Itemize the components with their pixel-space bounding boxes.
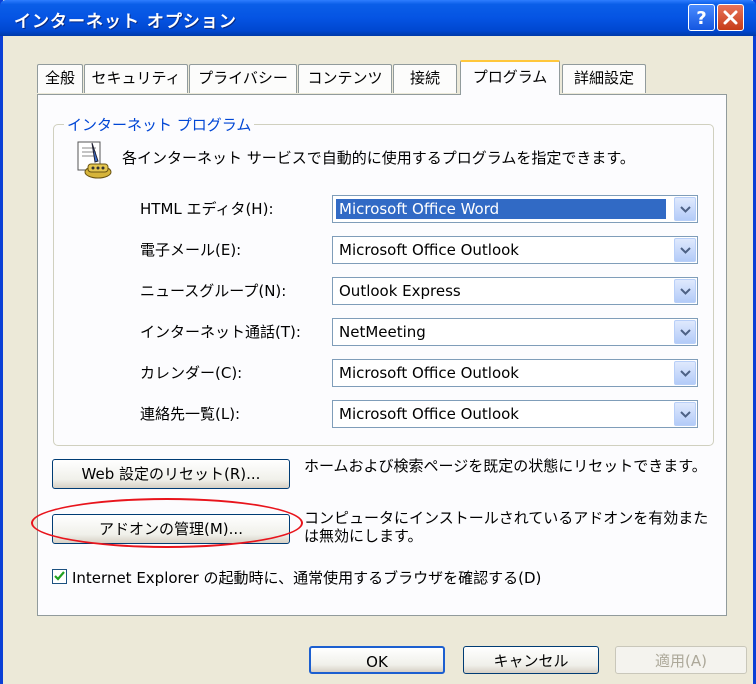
internet-call-select[interactable]: NetMeeting [332, 318, 698, 346]
close-icon [723, 10, 738, 25]
internet-call-value: NetMeeting [339, 323, 426, 341]
reset-web-description: ホームおよび検索ページを既定の状態にリセットできます。 [304, 457, 707, 475]
email-value: Microsoft Office Outlook [339, 241, 519, 259]
tab-security[interactable]: セキュリティ [84, 64, 188, 93]
contact-list-select[interactable]: Microsoft Office Outlook [332, 400, 698, 428]
newsgroups-label: ニュースグループ(N): [140, 282, 287, 300]
cancel-button[interactable]: キャンセル [463, 646, 599, 674]
tab-general[interactable]: 全般 [37, 64, 83, 93]
title-bar[interactable]: インターネット オプション ? [0, 0, 756, 36]
dropdown-arrow-icon[interactable] [674, 238, 696, 262]
newsgroups-select[interactable]: Outlook Express [332, 277, 698, 305]
default-browser-check-label[interactable]: Internet Explorer の起動時に、通常使用するブラウザを確認する(… [72, 567, 541, 588]
calendar-label: カレンダー(C): [140, 364, 243, 382]
calendar-select[interactable]: Microsoft Office Outlook [332, 359, 698, 387]
email-label: 電子メール(E): [140, 241, 242, 259]
reset-web-settings-button[interactable]: Web 設定のリセット(R)... [52, 459, 290, 489]
contact-list-value: Microsoft Office Outlook [339, 405, 519, 423]
tab-content[interactable]: コンテンツ [298, 64, 392, 93]
programs-icon [77, 141, 112, 179]
dropdown-arrow-icon[interactable] [674, 320, 696, 344]
internet-programs-group: インターネット プログラム 各インターネット サービスで自動的に使用するプログラ… [53, 114, 714, 446]
apply-button[interactable]: 適用(A) [615, 646, 747, 674]
ok-button[interactable]: OK [309, 646, 445, 674]
tab-advanced[interactable]: 詳細設定 [562, 64, 646, 93]
window-title: インターネット オプション [14, 12, 237, 32]
programs-tab-panel: インターネット プログラム 各インターネット サービスで自動的に使用するプログラ… [37, 94, 727, 616]
dropdown-arrow-icon[interactable] [674, 279, 696, 303]
manage-addons-button[interactable]: アドオンの管理(M)... [52, 514, 290, 544]
default-browser-checkbox[interactable] [52, 569, 67, 584]
tab-connections[interactable]: 接続 [393, 64, 457, 93]
internet-call-label: インターネット通話(T): [140, 323, 301, 341]
checkmark-icon [54, 571, 65, 581]
email-select[interactable]: Microsoft Office Outlook [332, 236, 698, 264]
html-editor-value: Microsoft Office Word [336, 199, 666, 219]
close-button[interactable] [717, 4, 744, 31]
tab-programs[interactable]: プログラム [460, 60, 560, 95]
contact-list-label: 連絡先一覧(L): [140, 405, 241, 423]
group-title: インターネット プログラム [64, 114, 255, 135]
newsgroups-value: Outlook Express [339, 282, 461, 300]
internet-options-dialog: インターネット オプション ? 全般 セキュリティ プライバシー コンテンツ 接… [0, 0, 756, 684]
manage-addons-description: コンピュータにインストールされているアドオンを有効または無効にします。 [304, 509, 709, 545]
dropdown-arrow-icon[interactable] [674, 361, 696, 385]
dropdown-arrow-icon[interactable] [674, 197, 696, 221]
group-description: 各インターネット サービスで自動的に使用するプログラムを指定できます。 [122, 149, 635, 167]
html-editor-select[interactable]: Microsoft Office Word [332, 195, 698, 223]
calendar-value: Microsoft Office Outlook [339, 364, 519, 382]
dropdown-arrow-icon[interactable] [674, 402, 696, 426]
tab-privacy[interactable]: プライバシー [189, 64, 297, 93]
help-button[interactable]: ? [688, 4, 715, 31]
html-editor-label: HTML エディタ(H): [140, 200, 274, 218]
